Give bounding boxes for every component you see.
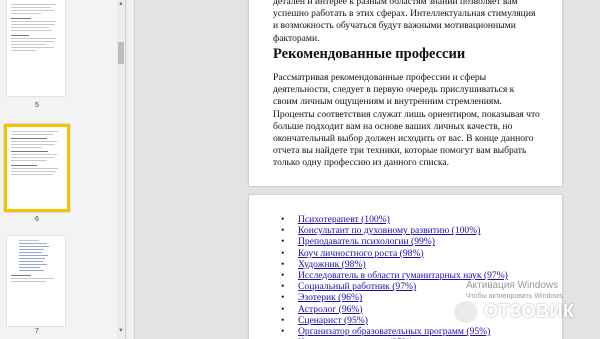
thumbnail-content xyxy=(11,4,61,92)
windows-activation-watermark: Активация Windows Чтобы активировать Win… xyxy=(466,280,600,300)
profession-link[interactable]: Коуч личностного роста (98%) xyxy=(298,248,424,259)
logo-circle-icon xyxy=(452,299,480,325)
profession-list-item: • Преподаватель психологии (99%) xyxy=(281,236,508,247)
thumbnail-sidebar: 5 6 7 ▲ ▼ xyxy=(0,0,126,339)
scroll-up-icon[interactable]: ▲ xyxy=(117,0,125,8)
profession-list-item: • Коуч личностного роста (98%) xyxy=(281,248,508,259)
scrollbar-thumb[interactable] xyxy=(118,42,124,64)
bullet-icon: • xyxy=(281,303,285,315)
profession-link[interactable]: Эзотерик (96%) xyxy=(298,292,362,303)
thumbnail-content xyxy=(11,240,61,322)
otzovik-logo: ОТЗОВИК xyxy=(452,298,598,326)
profession-link[interactable]: Социальный работник (97%) xyxy=(298,281,416,292)
logo-text: ОТЗОВИК xyxy=(484,301,575,321)
bullet-icon: • xyxy=(281,258,285,270)
page-thumbnail-5[interactable] xyxy=(7,0,65,96)
thumbnail-content xyxy=(11,131,63,205)
bullet-icon: • xyxy=(281,225,285,237)
viewer-left-gutter xyxy=(127,0,135,339)
profession-list-item: • Организатор образовательных программ (9… xyxy=(281,326,508,337)
page-number-5: 5 xyxy=(35,102,39,109)
page-thumbnail-7[interactable] xyxy=(7,236,65,326)
profession-link[interactable]: Сценарист (95%) xyxy=(298,315,368,326)
profession-link[interactable]: Художник (98%) xyxy=(298,259,366,270)
page-thumbnail-6-selected[interactable] xyxy=(4,124,70,212)
bullet-icon: • xyxy=(281,292,285,304)
bullet-icon: • xyxy=(281,247,285,259)
bullet-icon: • xyxy=(281,326,285,338)
page-number-6: 6 xyxy=(35,216,39,223)
profession-link[interactable]: Психотерапевт (100%) xyxy=(298,214,390,225)
scroll-down-icon[interactable]: ▼ xyxy=(117,327,125,335)
document-page-current: детален и интерее к разным областям знан… xyxy=(249,0,562,186)
paragraph-recommendations: Рассматривая рекомендованные профессии и… xyxy=(273,72,540,169)
sidebar-scrollbar[interactable]: ▲ ▼ xyxy=(117,0,125,339)
profession-link[interactable]: Консультант по духовному развитию (100%) xyxy=(298,225,480,236)
profession-list-item: • Художник (98%) xyxy=(281,259,508,270)
paragraph-motivation: детален и интерее к разным областям знан… xyxy=(273,0,536,44)
profession-list-item: • Психотерапевт (100%) xyxy=(281,214,508,225)
profession-link[interactable]: Организатор образовательных программ (95… xyxy=(298,326,490,337)
activation-title: Активация Windows xyxy=(466,280,559,291)
profession-link[interactable]: Астролог (96%) xyxy=(298,304,363,315)
bullet-icon: • xyxy=(281,270,285,282)
section-heading: Рекомендованные профессии xyxy=(273,46,466,62)
page-number-7: 7 xyxy=(35,328,39,335)
profession-link[interactable]: Преподаватель психологии (99%) xyxy=(298,236,435,247)
bullet-icon: • xyxy=(281,214,285,225)
profession-list-item: • Консультант по духовному развитию (100%… xyxy=(281,225,508,236)
bullet-icon: • xyxy=(281,314,285,326)
bullet-icon: • xyxy=(281,236,285,248)
bullet-icon: • xyxy=(281,281,285,293)
